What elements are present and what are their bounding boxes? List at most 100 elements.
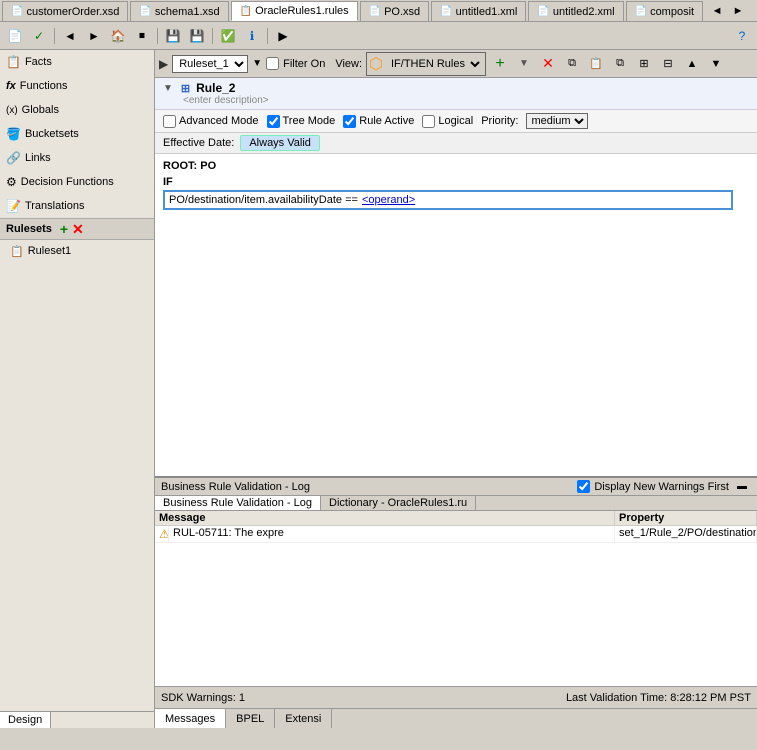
- ruleset-icon: 📋: [10, 245, 24, 258]
- operand-link[interactable]: <operand>: [362, 194, 415, 206]
- help-btn[interactable]: ?: [731, 26, 753, 46]
- tab-icon: 📋: [240, 6, 252, 17]
- tab-poxsd[interactable]: 📄 PO.xsd: [360, 1, 430, 21]
- panel-minimize-btn[interactable]: ▬: [733, 480, 751, 493]
- forward-btn[interactable]: ►: [83, 26, 105, 46]
- sidebar-item-bucketsets[interactable]: 🪣 Bucketsets: [0, 122, 154, 146]
- advanced-mode-label[interactable]: Advanced Mode: [163, 115, 259, 128]
- sidebar-item-links[interactable]: 🔗 Links: [0, 146, 154, 170]
- sidebar-item-decision-functions[interactable]: ⚙ Decision Functions: [0, 170, 154, 194]
- tab-untitled2[interactable]: 📄 untitled2.xml: [528, 1, 623, 21]
- sidebar-item-translations[interactable]: 📝 Translations: [0, 194, 154, 218]
- view-dropdown[interactable]: ⬡ IF/THEN Rules Decision Table: [366, 52, 486, 76]
- display-new-warnings-checkbox[interactable]: [577, 480, 590, 493]
- rule-active-checkbox[interactable]: [343, 115, 356, 128]
- validate-btn[interactable]: ✅: [217, 26, 239, 46]
- tab-oraclerules[interactable]: 📋 OracleRules1.rules: [231, 1, 358, 21]
- sdk-warnings: SDK Warnings: 1: [161, 692, 245, 704]
- tab-scroll-left[interactable]: ◄: [707, 1, 727, 21]
- rule-active-label[interactable]: Rule Active: [343, 115, 414, 128]
- tab-composit[interactable]: 📄 composit: [626, 1, 703, 21]
- save-all-btn[interactable]: 💾: [186, 26, 208, 46]
- log-header-right: Display New Warnings First ▬: [577, 480, 751, 493]
- info-btn[interactable]: ℹ: [241, 26, 263, 46]
- sidebar-item-facts[interactable]: 📋 Facts: [0, 50, 154, 74]
- log-rows: ⚠ RUL-05711: The expre set_1/Rule_2/PO/d…: [155, 526, 757, 543]
- last-validation-time: Last Validation Time: 8:28:12 PM PST: [566, 692, 751, 704]
- effective-date-badge: Always Valid: [240, 135, 320, 151]
- bpel-tab[interactable]: BPEL: [226, 709, 275, 728]
- extensi-tab[interactable]: Extensi: [275, 709, 332, 728]
- expand-all-btn[interactable]: ⊞: [634, 54, 654, 74]
- view-select[interactable]: IF/THEN Rules Decision Table: [385, 56, 483, 72]
- log-row: ⚠ RUL-05711: The expre set_1/Rule_2/PO/d…: [155, 526, 757, 543]
- tab-untitled1[interactable]: 📄 untitled1.xml: [431, 1, 526, 21]
- tree-mode-label[interactable]: Tree Mode: [267, 115, 336, 128]
- home-btn[interactable]: 🏠: [107, 26, 129, 46]
- main-container: 📋 Facts fx Functions (x) Globals 🪣 Bucke…: [0, 50, 757, 728]
- design-tab: Design: [0, 711, 154, 728]
- biz-rules-log-tab[interactable]: Business Rule Validation - Log: [155, 496, 321, 510]
- ruleset-select[interactable]: Ruleset_1: [172, 55, 248, 73]
- copy-btn[interactable]: ⧉: [562, 54, 582, 74]
- run-btn[interactable]: ▶: [272, 26, 294, 46]
- remove-ruleset-btn[interactable]: ✕: [72, 221, 84, 238]
- translations-icon: 📝: [6, 199, 21, 213]
- sidebar-ruleset1[interactable]: 📋 Ruleset1: [0, 240, 154, 262]
- rule-area: ▼ ⊞ Rule_2 <enter description> Advanced …: [155, 78, 757, 476]
- globals-icon: (x): [6, 105, 18, 116]
- collapse-rule-icon[interactable]: ▼: [163, 83, 173, 94]
- messages-tab[interactable]: Messages: [155, 709, 226, 728]
- facts-icon: 📋: [6, 55, 21, 69]
- tab-icon: 📄: [139, 6, 151, 17]
- bottom-strip: Messages BPEL Extensi: [155, 708, 757, 728]
- ruleset-toolbar: ▶ Ruleset_1 ▼ Filter On View: ⬡ IF/THEN …: [155, 50, 757, 78]
- advanced-mode-checkbox[interactable]: [163, 115, 176, 128]
- warning-icon: ⚠: [159, 527, 169, 541]
- links-icon: 🔗: [6, 151, 21, 165]
- move-down-btn[interactable]: ▼: [706, 54, 726, 74]
- delete-rule-btn[interactable]: ✕: [538, 54, 558, 74]
- priority-select[interactable]: medium high low: [526, 113, 588, 129]
- design-tab-btn[interactable]: Design: [0, 712, 51, 728]
- rule-expand-icon[interactable]: ⊞: [181, 82, 190, 95]
- property-col-header: Property: [615, 511, 757, 525]
- bucketsets-icon: 🪣: [6, 127, 21, 141]
- paste-btn[interactable]: 📋: [586, 54, 606, 74]
- add-rule-btn[interactable]: +: [490, 54, 510, 74]
- collapse-all-btn[interactable]: ⊟: [658, 54, 678, 74]
- decision-functions-icon: ⚙: [6, 175, 17, 189]
- dictionary-tab[interactable]: Dictionary - OracleRules1.ru: [321, 496, 476, 510]
- check-btn[interactable]: ✓: [28, 26, 50, 46]
- back-btn[interactable]: ◄: [59, 26, 81, 46]
- sidebar-item-globals[interactable]: (x) Globals: [0, 98, 154, 122]
- add-ruleset-btn[interactable]: +: [60, 221, 68, 237]
- stop-btn[interactable]: ⏹: [131, 26, 153, 46]
- logical-checkbox[interactable]: [422, 115, 435, 128]
- condition-input-wrapper[interactable]: PO/destination/item.availabilityDate == …: [163, 190, 733, 210]
- move-up-btn[interactable]: ▲: [682, 54, 702, 74]
- message-col-header: Message: [155, 511, 615, 525]
- log-title: Business Rule Validation - Log: [161, 481, 310, 493]
- rule-description[interactable]: <enter description>: [163, 95, 749, 106]
- tab-customerorder[interactable]: 📄 customerOrder.xsd: [2, 1, 128, 21]
- tree-mode-checkbox[interactable]: [267, 115, 280, 128]
- tab-icon: 📄: [635, 6, 647, 17]
- logical-label[interactable]: Logical: [422, 115, 473, 128]
- log-columns: Message Property: [155, 511, 757, 526]
- tab-icon: 📄: [537, 6, 549, 17]
- rule-content: ROOT: PO IF PO/destination/item.availabi…: [155, 154, 757, 214]
- log-property-cell: set_1/Rule_2/PO/destination/item/Test[1]…: [615, 526, 757, 542]
- more-btn[interactable]: ▼: [514, 54, 534, 74]
- sidebar-item-functions[interactable]: fx Functions: [0, 74, 154, 98]
- save-btn[interactable]: 💾: [162, 26, 184, 46]
- condition-line: PO/destination/item.availabilityDate == …: [163, 190, 749, 210]
- bottom-area: Business Rule Validation - Log Display N…: [155, 476, 757, 686]
- tab-schema1[interactable]: 📄 schema1.xsd: [130, 1, 228, 21]
- new-btn[interactable]: 📄: [4, 26, 26, 46]
- tab-scroll-right[interactable]: ►: [728, 1, 748, 21]
- sep2: [157, 28, 158, 44]
- filter-on-checkbox[interactable]: [266, 57, 279, 70]
- duplicate-btn[interactable]: ⧉: [610, 54, 630, 74]
- add-rule-icon[interactable]: ▶: [159, 57, 168, 71]
